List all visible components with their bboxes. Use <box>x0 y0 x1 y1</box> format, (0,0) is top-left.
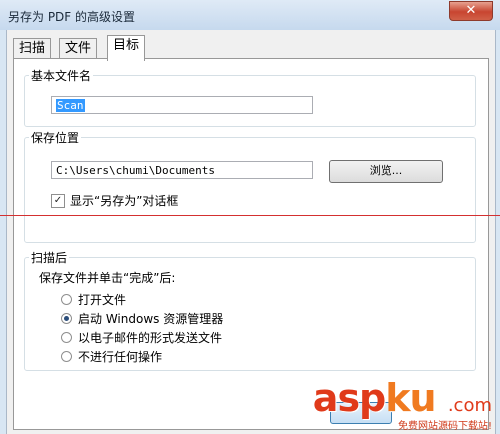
radio-do-nothing[interactable]: 不进行任何操作 <box>61 348 162 365</box>
show-save-as-dialog-row[interactable]: ✓ 显示“另存为”对话框 <box>51 192 178 209</box>
browse-button[interactable]: 浏览... <box>329 160 443 183</box>
group-label-after-scan: 扫描后 <box>29 249 70 266</box>
file-name-input[interactable]: Scan <box>51 96 313 114</box>
red-divider-line <box>0 215 500 216</box>
tab-scan[interactable]: 扫描 <box>13 38 52 59</box>
close-icon: ✕ <box>465 3 477 18</box>
radio-launch-explorer[interactable]: 启动 Windows 资源管理器 <box>61 310 223 327</box>
watermark: aspku .com 免费网站源码下载站! <box>313 379 492 432</box>
radio-button[interactable] <box>61 294 72 305</box>
tab-panel-destination: 基本文件名 Scan 保存位置 C:\Users\chumi\Documents… <box>13 58 489 430</box>
title-bar: 另存为 PDF 的高级设置 ✕ <box>0 0 500 30</box>
file-name-value: Scan <box>56 99 85 112</box>
settings-dialog: 扫描 文件 目标 基本文件名 Scan 保存位置 C:\Users\chumi\… <box>6 30 496 434</box>
group-label-save-location: 保存位置 <box>29 129 82 146</box>
save-path-value: C:\Users\chumi\Documents <box>56 164 215 177</box>
save-path-input[interactable]: C:\Users\chumi\Documents <box>51 161 313 179</box>
radio-label: 打开文件 <box>78 293 127 307</box>
radio-button[interactable] <box>61 332 72 343</box>
radio-label: 不进行任何操作 <box>78 350 163 364</box>
tab-file[interactable]: 文件 <box>59 38 98 59</box>
watermark-logo: aspku <box>313 376 448 420</box>
show-save-as-dialog-label: 显示“另存为”对话框 <box>70 194 179 208</box>
radio-send-email[interactable]: 以电子邮件的形式发送文件 <box>61 329 222 346</box>
group-label-basic-file-name: 基本文件名 <box>29 67 94 84</box>
group-basic-file-name: 基本文件名 Scan <box>24 67 476 127</box>
watermark-brand-a: asp <box>312 376 386 420</box>
radio-label: 启动 Windows 资源管理器 <box>78 312 224 326</box>
watermark-dot: .com <box>447 395 492 416</box>
radio-label: 以电子邮件的形式发送文件 <box>78 331 223 345</box>
tab-destination[interactable]: 目标 <box>107 35 146 61</box>
radio-button[interactable] <box>61 351 72 362</box>
close-button[interactable]: ✕ <box>449 1 493 21</box>
window-title: 另存为 PDF 的高级设置 <box>8 10 136 24</box>
radio-open-file[interactable]: 打开文件 <box>61 291 126 308</box>
after-scan-subtitle: 保存文件并单击“完成”后: <box>39 271 176 285</box>
show-save-as-dialog-checkbox[interactable]: ✓ <box>51 193 65 208</box>
group-save-location: 保存位置 C:\Users\chumi\Documents 浏览... ✓ 显示… <box>24 129 476 243</box>
group-after-scan: 扫描后 保存文件并单击“完成”后: 打开文件 启动 Windows 资源管理器 … <box>24 249 476 371</box>
radio-button-selected[interactable] <box>61 313 72 324</box>
watermark-brand-b: ku <box>385 376 436 420</box>
